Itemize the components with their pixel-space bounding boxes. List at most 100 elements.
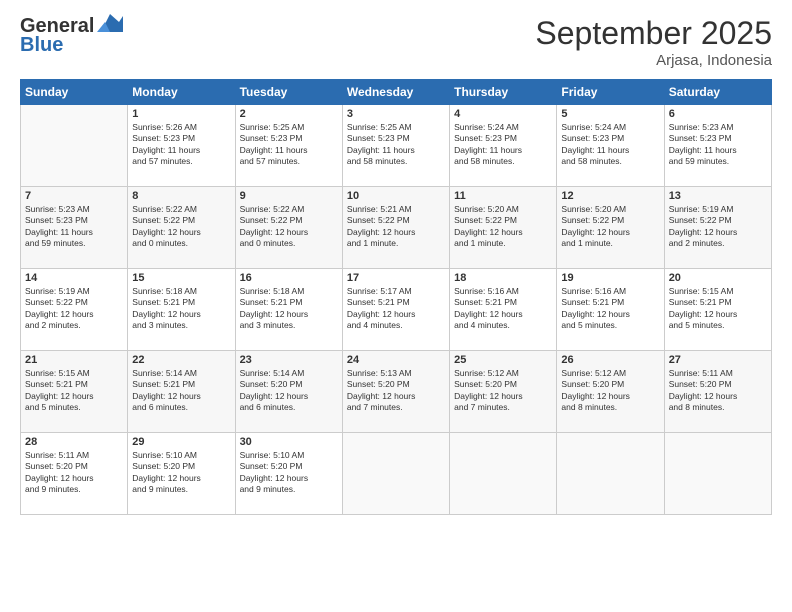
day-info: Sunrise: 5:10 AM Sunset: 5:20 PM Dayligh…	[132, 450, 230, 496]
day-number: 9	[240, 190, 338, 202]
calendar-header-saturday: Saturday	[664, 80, 771, 105]
day-number: 15	[132, 272, 230, 284]
logo-text: General Blue	[20, 15, 123, 57]
day-info: Sunrise: 5:22 AM Sunset: 5:22 PM Dayligh…	[132, 204, 230, 250]
day-number: 13	[669, 190, 767, 202]
calendar-week-row-4: 21 Sunrise: 5:15 AM Sunset: 5:21 PM Dayli…	[21, 351, 772, 433]
calendar-cell: 9 Sunrise: 5:22 AM Sunset: 5:22 PM Daylig…	[235, 187, 342, 269]
calendar-cell: 28 Sunrise: 5:11 AM Sunset: 5:20 PM Dayli…	[21, 433, 128, 515]
calendar-cell	[557, 433, 664, 515]
calendar-week-row-2: 7 Sunrise: 5:23 AM Sunset: 5:23 PM Daylig…	[21, 187, 772, 269]
day-number: 25	[454, 354, 552, 366]
calendar-cell	[21, 105, 128, 187]
calendar-week-row-3: 14 Sunrise: 5:19 AM Sunset: 5:22 PM Dayli…	[21, 269, 772, 351]
day-number: 24	[347, 354, 445, 366]
day-number: 28	[25, 436, 123, 448]
calendar-cell: 20 Sunrise: 5:15 AM Sunset: 5:21 PM Dayli…	[664, 269, 771, 351]
calendar-cell: 18 Sunrise: 5:16 AM Sunset: 5:21 PM Dayli…	[450, 269, 557, 351]
calendar-table: SundayMondayTuesdayWednesdayThursdayFrid…	[20, 79, 772, 515]
day-info: Sunrise: 5:20 AM Sunset: 5:22 PM Dayligh…	[561, 204, 659, 250]
day-number: 14	[25, 272, 123, 284]
calendar-cell: 25 Sunrise: 5:12 AM Sunset: 5:20 PM Dayli…	[450, 351, 557, 433]
day-number: 16	[240, 272, 338, 284]
day-number: 7	[25, 190, 123, 202]
day-number: 8	[132, 190, 230, 202]
day-number: 5	[561, 108, 659, 120]
day-info: Sunrise: 5:22 AM Sunset: 5:22 PM Dayligh…	[240, 204, 338, 250]
day-number: 18	[454, 272, 552, 284]
calendar-cell: 19Sunrise: 5:16 AM Sunset: 5:21 PM Dayli…	[557, 269, 664, 351]
calendar-header-wednesday: Wednesday	[342, 80, 449, 105]
location-subtitle: Arjasa, Indonesia	[535, 52, 772, 69]
day-number: 20	[669, 272, 767, 284]
day-number: 22	[132, 354, 230, 366]
calendar-cell: 3 Sunrise: 5:25 AM Sunset: 5:23 PM Daylig…	[342, 105, 449, 187]
day-info: Sunrise: 5:24 AM Sunset: 5:23 PM Dayligh…	[454, 122, 552, 168]
day-info: Sunrise: 5:25 AM Sunset: 5:23 PM Dayligh…	[240, 122, 338, 168]
day-info: Sunrise: 5:12 AM Sunset: 5:20 PM Dayligh…	[454, 368, 552, 414]
day-number: 26	[561, 354, 659, 366]
day-info: Sunrise: 5:16 AM Sunset: 5:21 PM Dayligh…	[561, 286, 659, 332]
calendar-header-row: SundayMondayTuesdayWednesdayThursdayFrid…	[21, 80, 772, 105]
day-info: Sunrise: 5:17 AM Sunset: 5:21 PM Dayligh…	[347, 286, 445, 332]
day-info: Sunrise: 5:16 AM Sunset: 5:21 PM Dayligh…	[454, 286, 552, 332]
day-info: Sunrise: 5:11 AM Sunset: 5:20 PM Dayligh…	[25, 450, 123, 496]
day-info: Sunrise: 5:13 AM Sunset: 5:20 PM Dayligh…	[347, 368, 445, 414]
calendar-cell	[664, 433, 771, 515]
calendar-header-thursday: Thursday	[450, 80, 557, 105]
calendar-cell: 21 Sunrise: 5:15 AM Sunset: 5:21 PM Dayli…	[21, 351, 128, 433]
day-info: Sunrise: 5:25 AM Sunset: 5:23 PM Dayligh…	[347, 122, 445, 168]
calendar-cell: 29 Sunrise: 5:10 AM Sunset: 5:20 PM Dayli…	[128, 433, 235, 515]
day-number: 12	[561, 190, 659, 202]
calendar-cell: 10Sunrise: 5:21 AM Sunset: 5:22 PM Dayli…	[342, 187, 449, 269]
day-number: 29	[132, 436, 230, 448]
day-number: 23	[240, 354, 338, 366]
day-number: 4	[454, 108, 552, 120]
calendar-cell: 7 Sunrise: 5:23 AM Sunset: 5:23 PM Daylig…	[21, 187, 128, 269]
day-info: Sunrise: 5:11 AM Sunset: 5:20 PM Dayligh…	[669, 368, 767, 414]
calendar-cell: 24 Sunrise: 5:13 AM Sunset: 5:20 PM Dayli…	[342, 351, 449, 433]
day-number: 27	[669, 354, 767, 366]
month-title: September 2025	[535, 15, 772, 52]
day-info: Sunrise: 5:23 AM Sunset: 5:23 PM Dayligh…	[25, 204, 123, 250]
calendar-cell: 30 Sunrise: 5:10 AM Sunset: 5:20 PM Dayli…	[235, 433, 342, 515]
calendar-cell	[342, 433, 449, 515]
calendar-cell: 8 Sunrise: 5:22 AM Sunset: 5:22 PM Daylig…	[128, 187, 235, 269]
logo-icon	[97, 12, 123, 34]
calendar-cell: 17 Sunrise: 5:17 AM Sunset: 5:21 PM Dayli…	[342, 269, 449, 351]
day-info: Sunrise: 5:14 AM Sunset: 5:21 PM Dayligh…	[132, 368, 230, 414]
day-info: Sunrise: 5:12 AM Sunset: 5:20 PM Dayligh…	[561, 368, 659, 414]
calendar-cell: 12 Sunrise: 5:20 AM Sunset: 5:22 PM Dayli…	[557, 187, 664, 269]
day-info: Sunrise: 5:19 AM Sunset: 5:22 PM Dayligh…	[25, 286, 123, 332]
day-info: Sunrise: 5:10 AM Sunset: 5:20 PM Dayligh…	[240, 450, 338, 496]
day-info: Sunrise: 5:21 AM Sunset: 5:22 PM Dayligh…	[347, 204, 445, 250]
calendar-cell: 4 Sunrise: 5:24 AM Sunset: 5:23 PM Daylig…	[450, 105, 557, 187]
calendar-cell: 6Sunrise: 5:23 AM Sunset: 5:23 PM Daylig…	[664, 105, 771, 187]
day-info: Sunrise: 5:20 AM Sunset: 5:22 PM Dayligh…	[454, 204, 552, 250]
calendar-header-monday: Monday	[128, 80, 235, 105]
calendar-cell: 2 Sunrise: 5:25 AM Sunset: 5:23 PM Daylig…	[235, 105, 342, 187]
day-number: 2	[240, 108, 338, 120]
day-info: Sunrise: 5:14 AM Sunset: 5:20 PM Dayligh…	[240, 368, 338, 414]
day-info: Sunrise: 5:15 AM Sunset: 5:21 PM Dayligh…	[25, 368, 123, 414]
calendar-header-sunday: Sunday	[21, 80, 128, 105]
day-info: Sunrise: 5:26 AM Sunset: 5:23 PM Dayligh…	[132, 122, 230, 168]
calendar-cell: 22 Sunrise: 5:14 AM Sunset: 5:21 PM Dayli…	[128, 351, 235, 433]
calendar-header-tuesday: Tuesday	[235, 80, 342, 105]
day-number: 3	[347, 108, 445, 120]
calendar-cell: 15 Sunrise: 5:18 AM Sunset: 5:21 PM Dayli…	[128, 269, 235, 351]
day-info: Sunrise: 5:15 AM Sunset: 5:21 PM Dayligh…	[669, 286, 767, 332]
day-number: 21	[25, 354, 123, 366]
day-number: 17	[347, 272, 445, 284]
day-info: Sunrise: 5:18 AM Sunset: 5:21 PM Dayligh…	[132, 286, 230, 332]
calendar-cell: 11Sunrise: 5:20 AM Sunset: 5:22 PM Dayli…	[450, 187, 557, 269]
calendar-cell: 5Sunrise: 5:24 AM Sunset: 5:23 PM Daylig…	[557, 105, 664, 187]
title-block: September 2025 Arjasa, Indonesia	[535, 15, 772, 69]
calendar-week-row-5: 28 Sunrise: 5:11 AM Sunset: 5:20 PM Dayli…	[21, 433, 772, 515]
day-number: 30	[240, 436, 338, 448]
calendar-cell: 27 Sunrise: 5:11 AM Sunset: 5:20 PM Dayli…	[664, 351, 771, 433]
calendar-cell: 16Sunrise: 5:18 AM Sunset: 5:21 PM Dayli…	[235, 269, 342, 351]
calendar-cell: 14 Sunrise: 5:19 AM Sunset: 5:22 PM Dayli…	[21, 269, 128, 351]
day-info: Sunrise: 5:23 AM Sunset: 5:23 PM Dayligh…	[669, 122, 767, 168]
calendar-week-row-1: 1Sunrise: 5:26 AM Sunset: 5:23 PM Daylig…	[21, 105, 772, 187]
